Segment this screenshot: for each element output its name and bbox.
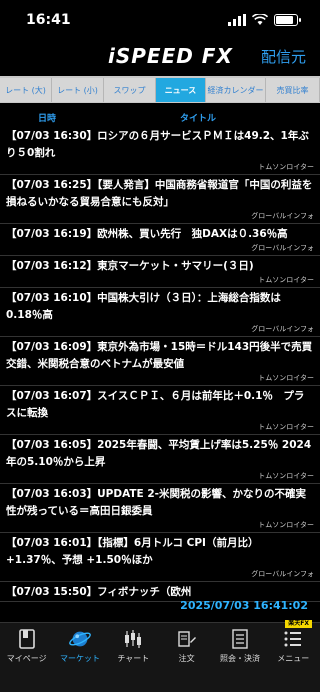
news-item[interactable]: 【07/03 16:19】欧州株、買い先行 独DAXは０.36％高グローバルイン…: [0, 224, 320, 256]
candlestick-chart-icon: [121, 627, 145, 651]
menu-icon: [281, 627, 305, 651]
column-datetime: 日時: [38, 114, 57, 124]
news-title: 【07/03 16:12】東京マーケット・サマリー(３日): [6, 260, 254, 272]
globe-icon: [68, 627, 92, 651]
news-title: 【07/03 16:07】スイスＣＰＩ、６月は前年比＋0.1％ プラスに転換: [6, 390, 305, 419]
news-source: グローバルインフォ: [251, 570, 314, 578]
news-item[interactable]: 【07/03 16:03】UPDATE 2-米関税の影響、かなりの不確実性が残っ…: [0, 484, 320, 533]
nav-label: マイページ: [6, 654, 47, 663]
wifi-icon: [252, 14, 268, 25]
column-header: 日時 タイトル: [0, 108, 320, 126]
brand-badge: 楽天FX: [285, 620, 312, 628]
tab-2[interactable]: スワップ: [104, 78, 156, 102]
news-item[interactable]: 【07/03 16:01】【指標】6月トルコ CPI（前月比）+1.37％、予想…: [0, 533, 320, 582]
source-link[interactable]: 配信元: [261, 46, 306, 67]
tab-bar: レート (大) レート (小) スワップ ニュース 経済カレンダー 売買比率: [0, 76, 320, 103]
app-logo: iSPEED FX: [108, 44, 233, 68]
nav-label: チャート: [117, 654, 150, 663]
news-item[interactable]: 【07/03 16:12】東京マーケット・サマリー(３日) トムソンロイター: [0, 256, 320, 288]
nav-item-4[interactable]: 照会・決済: [213, 623, 266, 692]
tab-1[interactable]: レート (小): [52, 78, 104, 102]
news-source: グローバルインフォ: [251, 325, 314, 333]
news-title: 【07/03 16:03】UPDATE 2-米関税の影響、かなりの不確実性が残っ…: [6, 488, 307, 517]
battery-fill: [276, 16, 293, 24]
nav-label: 注文: [178, 654, 195, 663]
news-item[interactable]: 【07/03 16:30】ロシアの６月サービスＰＭＩは49.2、1年ぶり５0割れ…: [0, 126, 320, 175]
nav-item-5[interactable]: メニュー 楽天FX: [267, 620, 320, 692]
news-title: 【07/03 16:01】【指標】6月トルコ CPI（前月比）+1.37％、予想…: [6, 537, 259, 566]
news-item[interactable]: 【07/03 16:09】東京外為市場・15時＝ドル143円後半で売買交錯、米関…: [0, 337, 320, 386]
order-icon: [175, 627, 199, 651]
status-time: 16:41: [26, 12, 71, 28]
column-title: タイトル: [180, 114, 217, 124]
news-title: 【07/03 16:25】【要人発言】中国商務省報道官「中国の利益を損ねるいかな…: [6, 179, 313, 208]
tab-4[interactable]: 経済カレンダー: [206, 78, 266, 102]
news-title: 【07/03 16:09】東京外為市場・15時＝ドル143円後半で売買交錯、米関…: [6, 341, 313, 370]
news-item[interactable]: 【07/03 16:05】2025年春闘、平均賃上げ率は5.25％ 2024年の…: [0, 435, 320, 484]
signal-icon: [228, 14, 246, 26]
overlay-timestamp: 2025/07/03 16:41:02: [180, 599, 308, 612]
tab-0[interactable]: レート (大): [0, 78, 52, 102]
nav-label: マーケット: [59, 654, 100, 663]
news-title: 【07/03 16:10】中国株大引け（３日）：上海総合指数は0.18％高: [6, 292, 281, 321]
tab-3[interactable]: ニュース: [156, 78, 206, 102]
document-list-icon: [228, 627, 252, 651]
battery-icon: [274, 14, 301, 26]
news-title: 【07/03 16:30】ロシアの６月サービスＰＭＩは49.2、1年ぶり５0割れ: [6, 130, 309, 159]
status-icons: [228, 14, 301, 26]
news-title: 【07/03 16:19】欧州株、買い先行 独DAXは０.36％高: [6, 228, 288, 240]
nav-item-0[interactable]: マイページ: [0, 623, 53, 692]
news-source: グローバルインフォ: [251, 212, 314, 220]
news-list[interactable]: 【07/03 16:30】ロシアの６月サービスＰＭＩは49.2、1年ぶり５0割れ…: [0, 126, 320, 624]
news-source: トムソンロイター: [258, 276, 314, 284]
tab-5[interactable]: 売買比率: [266, 78, 320, 102]
nav-label: メニュー: [277, 654, 310, 663]
news-source: トムソンロイター: [258, 472, 314, 480]
status-bar: 16:41: [0, 0, 320, 40]
news-item[interactable]: 【07/03 16:07】スイスＣＰＩ、６月は前年比＋0.1％ プラスに転換トム…: [0, 386, 320, 435]
nav-label: 照会・決済: [219, 654, 260, 663]
news-title: 【07/03 16:05】2025年春闘、平均賃上げ率は5.25％ 2024年の…: [6, 439, 312, 468]
news-source: トムソンロイター: [258, 163, 314, 171]
news-item[interactable]: 【07/03 16:10】中国株大引け（３日）：上海総合指数は0.18％高グロー…: [0, 288, 320, 337]
app-header: iSPEED FX 配信元: [0, 40, 320, 76]
nav-item-3[interactable]: 注文: [160, 623, 213, 692]
news-source: トムソンロイター: [258, 374, 314, 382]
news-source: トムソンロイター: [258, 521, 314, 529]
news-source: トムソンロイター: [258, 423, 314, 431]
bottom-nav: マイページ マーケット チャート 注文 照会・決済 メニュー 楽天FX: [0, 620, 320, 692]
book-icon: [15, 627, 39, 651]
tab-bar-inner: レート (大) レート (小) スワップ ニュース 経済カレンダー 売買比率: [0, 78, 320, 102]
nav-item-2[interactable]: チャート: [107, 623, 160, 692]
news-source: グローバルインフォ: [251, 244, 314, 252]
nav-item-1[interactable]: マーケット: [53, 623, 106, 692]
news-item[interactable]: 【07/03 16:25】【要人発言】中国商務省報道官「中国の利益を損ねるいかな…: [0, 175, 320, 224]
